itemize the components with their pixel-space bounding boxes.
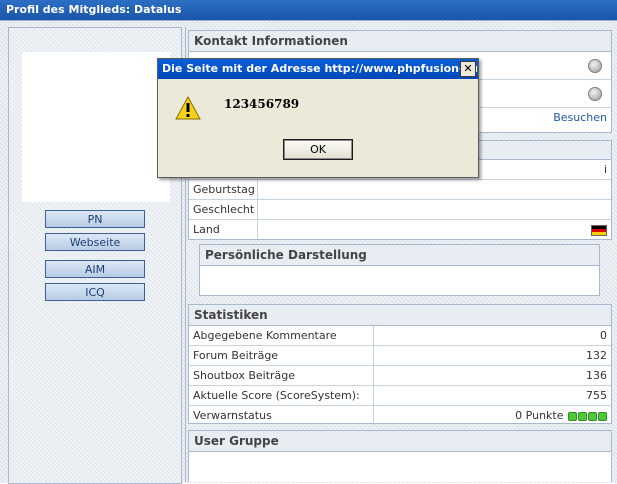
icq-button[interactable]: ICQ (45, 283, 145, 301)
stats-row-label: Shoutbox Beiträge (193, 369, 296, 382)
website-button[interactable]: Webseite (45, 233, 145, 251)
alert-dialog: Die Seite mit der Adresse http://www.php… (157, 58, 479, 178)
germany-flag-icon (591, 225, 607, 236)
profile-row-value: i (603, 163, 607, 176)
column-divider (257, 220, 258, 239)
warning-level-icon (578, 411, 587, 421)
ok-button[interactable]: OK (283, 139, 353, 160)
stats-row-value: 136 (586, 369, 607, 382)
close-icon[interactable]: ✕ (460, 61, 476, 77)
stats-row: Aktuelle Score (ScoreSystem): 755 (189, 386, 611, 406)
column-divider (257, 200, 258, 219)
stats-row-value: 132 (586, 349, 607, 362)
status-radio-icon[interactable] (588, 87, 602, 101)
pm-button[interactable]: PN (45, 210, 145, 228)
column-divider (257, 180, 258, 199)
warning-level-icon (588, 411, 597, 421)
profile-row-label: Land (193, 223, 220, 236)
personal-panel-title: Persönliche Darstellung (200, 245, 599, 266)
visit-link[interactable]: Besuchen (553, 108, 607, 127)
stats-row-label: Abgegebene Kommentare (193, 329, 337, 342)
stats-row: Shoutbox Beiträge 136 (189, 366, 611, 386)
warning-icon (175, 96, 201, 120)
page-title: Profil des Mitglieds: Datalus (0, 0, 617, 20)
profile-row: Land (189, 220, 611, 239)
personal-panel: Persönliche Darstellung (199, 244, 600, 296)
column-divider (373, 326, 374, 345)
profile-row-label: Geburtstag (193, 183, 255, 196)
avatar (22, 52, 170, 202)
stats-row: Verwarnstatus 0 Punkte (189, 406, 611, 425)
warning-level-icon (568, 411, 577, 421)
stats-row-label: Aktuelle Score (ScoreSystem): (193, 389, 360, 402)
column-divider (373, 406, 374, 425)
dialog-title: Die Seite mit der Adresse http://www.php… (158, 59, 478, 79)
stats-panel-title: Statistiken (189, 305, 611, 326)
column-divider (373, 366, 374, 385)
profile-row-label: Geschlecht (193, 203, 255, 216)
stats-row: Abgegebene Kommentare 0 (189, 326, 611, 346)
stats-panel: Statistiken Abgegebene Kommentare 0 Foru… (188, 304, 612, 425)
stats-row-label: Forum Beiträge (193, 349, 279, 362)
dialog-message: 123456789 (224, 97, 300, 111)
contact-panel-title: Kontakt Informationen (189, 31, 611, 52)
profile-row: Geburtstag (189, 180, 611, 200)
column-divider (373, 386, 374, 405)
status-radio-icon[interactable] (588, 59, 602, 73)
warning-status: 0 Punkte (515, 406, 607, 425)
warning-points: 0 Punkte (515, 409, 564, 422)
stats-row: Forum Beiträge 132 (189, 346, 611, 366)
usergroup-panel: User Gruppe (188, 430, 612, 482)
usergroup-panel-title: User Gruppe (189, 431, 611, 452)
stats-row-value: 0 (600, 329, 607, 342)
column-divider (373, 346, 374, 365)
stats-row-label: Verwarnstatus (193, 409, 272, 422)
aim-button[interactable]: AIM (45, 260, 145, 278)
stats-row-value: 755 (586, 389, 607, 402)
profile-row: Geschlecht (189, 200, 611, 220)
warning-level-icon (598, 411, 607, 421)
